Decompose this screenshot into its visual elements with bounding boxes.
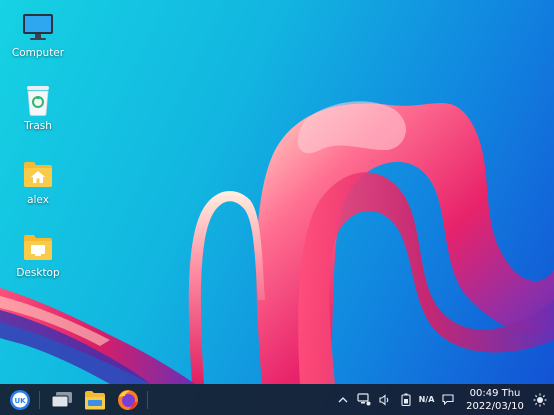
system-tray: N/A 00:49 Thu 2022/03/10: [332, 384, 554, 415]
clock-time: 00:49 Thu: [469, 387, 521, 399]
wallpaper: [0, 101, 554, 384]
tray-network-button[interactable]: [353, 384, 374, 415]
tray-network-status[interactable]: N/A: [416, 384, 437, 415]
desktop-icon-label: Computer: [11, 47, 65, 59]
multitask-view-icon: [51, 391, 72, 407]
chevron-up-icon: [338, 396, 347, 402]
network-status-text: N/A: [418, 395, 435, 404]
desktop-icon-label: alex: [27, 194, 49, 206]
taskbar-separator: [147, 390, 148, 409]
start-menu-label: UK: [14, 397, 26, 405]
clock-date: 2022/03/10: [466, 400, 524, 412]
start-menu-button[interactable]: UK: [4, 384, 35, 415]
clock[interactable]: 00:49 Thu 2022/03/10: [464, 384, 526, 415]
desktop-icon-desktop[interactable]: Desktop: [8, 230, 68, 279]
firefox-icon: [117, 389, 138, 410]
tray-expand-button[interactable]: [332, 384, 353, 415]
screen-network-icon: [356, 393, 370, 406]
battery-icon: [400, 393, 411, 406]
file-manager-icon: [84, 390, 105, 409]
home-folder-icon: [21, 157, 55, 191]
desktop-folder-icon: [21, 230, 55, 264]
brightness-icon: [533, 393, 547, 406]
tray-notification-button[interactable]: [437, 384, 458, 415]
tray-volume-button[interactable]: [374, 384, 395, 415]
night-mode-button[interactable]: [526, 384, 554, 415]
taskbar: UK N/A 00:49 Thu 2022/03/10: [0, 384, 554, 415]
multitask-view-button[interactable]: [46, 384, 77, 415]
start-menu-icon: UK: [9, 389, 30, 410]
computer-icon: [21, 10, 55, 44]
tray-power-button[interactable]: [395, 384, 416, 415]
message-icon: [441, 394, 454, 405]
trash-icon: [21, 83, 55, 117]
desktop-icon-label: Trash: [24, 120, 52, 132]
desktop-icon-trash[interactable]: Trash: [8, 83, 68, 132]
file-manager-button[interactable]: [79, 384, 110, 415]
desktop-icon-alex[interactable]: alex: [8, 157, 68, 206]
volume-icon: [378, 393, 388, 406]
firefox-button[interactable]: [112, 384, 143, 415]
desktop-icon-label: Desktop: [16, 267, 60, 279]
taskbar-separator: [39, 390, 40, 409]
desktop-icon-computer[interactable]: Computer: [8, 10, 68, 59]
